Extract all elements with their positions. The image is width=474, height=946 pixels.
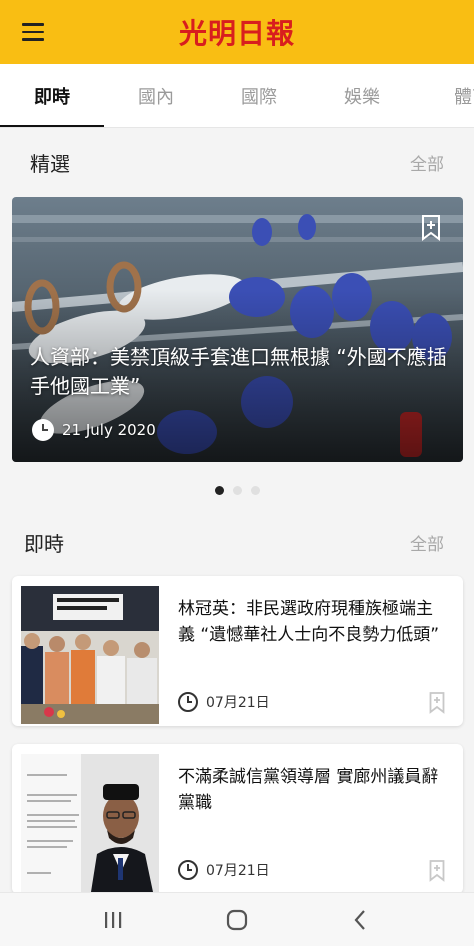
category-tabs: 即時 國內 國際 娛樂 體育 xyxy=(0,64,474,128)
latest-section-header: 即時 全部 xyxy=(0,522,474,562)
news-item-meta: 07月21日 xyxy=(178,692,270,712)
recents-icon[interactable] xyxy=(83,893,143,946)
app-root: 光明日報 即時 國內 國際 娛樂 體育 精選 全部 xyxy=(0,0,474,946)
tab-international[interactable]: 國際 xyxy=(207,64,311,127)
featured-section-header: 精選 全部 xyxy=(0,142,474,182)
featured-article-meta: 21 July 2020 xyxy=(32,419,156,441)
tab-latest[interactable]: 即時 xyxy=(0,64,104,127)
carousel-dot[interactable] xyxy=(232,486,242,495)
carousel-indicator xyxy=(0,486,474,495)
bookmark-icon[interactable] xyxy=(421,215,441,241)
tab-sports[interactable]: 體育 xyxy=(420,64,474,127)
news-thumbnail xyxy=(21,754,159,892)
news-item-title: 不滿柔誠信黨領導層 實廊州議員辭黨職 xyxy=(178,767,439,813)
featured-article-card[interactable]: 人資部：美禁頂級手套進口無根據 “外國不應插手他國工業” 21 July 202… xyxy=(12,197,463,462)
top-app-bar: 光明日報 xyxy=(0,0,474,64)
news-item-date: 07月21日 xyxy=(206,695,270,711)
news-list-item[interactable]: 不滿柔誠信黨領導層 實廊州議員辭黨職 07月21日 xyxy=(12,744,463,894)
news-item-title: 林冠英：非民選政府現種族極端主義 “遺憾華社人士向不良勢力低頭” xyxy=(178,599,440,645)
clock-icon xyxy=(32,419,54,441)
app-logo: 光明日報 xyxy=(178,17,295,50)
latest-section-title: 即時 xyxy=(24,531,64,556)
latest-see-all-link[interactable]: 全部 xyxy=(410,530,444,555)
featured-article-date: 21 July 2020 xyxy=(62,421,156,439)
news-item-meta: 07月21日 xyxy=(178,860,270,880)
news-item-date: 07月21日 xyxy=(206,863,270,879)
clock-icon xyxy=(178,692,198,712)
clock-icon xyxy=(178,860,198,880)
carousel-dot[interactable] xyxy=(214,486,224,495)
bookmark-icon[interactable] xyxy=(429,692,445,714)
news-list-item[interactable]: 林冠英：非民選政府現種族極端主義 “遺憾華社人士向不良勢力低頭” 07月21日 xyxy=(12,576,463,726)
tab-local[interactable]: 國內 xyxy=(104,64,208,127)
featured-see-all-link[interactable]: 全部 xyxy=(410,150,444,175)
featured-section-title: 精選 xyxy=(30,151,70,176)
system-navigation-bar xyxy=(0,892,474,946)
bookmark-icon[interactable] xyxy=(429,860,445,882)
tab-entertainment[interactable]: 娛樂 xyxy=(310,64,414,127)
home-icon[interactable] xyxy=(207,893,267,946)
news-thumbnail xyxy=(21,586,159,724)
featured-article-title: 人資部：美禁頂級手套進口無根據 “外國不應插手他國工業” xyxy=(30,345,447,398)
carousel-dot[interactable] xyxy=(250,486,260,495)
hamburger-menu-icon[interactable] xyxy=(16,18,50,46)
back-icon[interactable] xyxy=(330,893,390,946)
